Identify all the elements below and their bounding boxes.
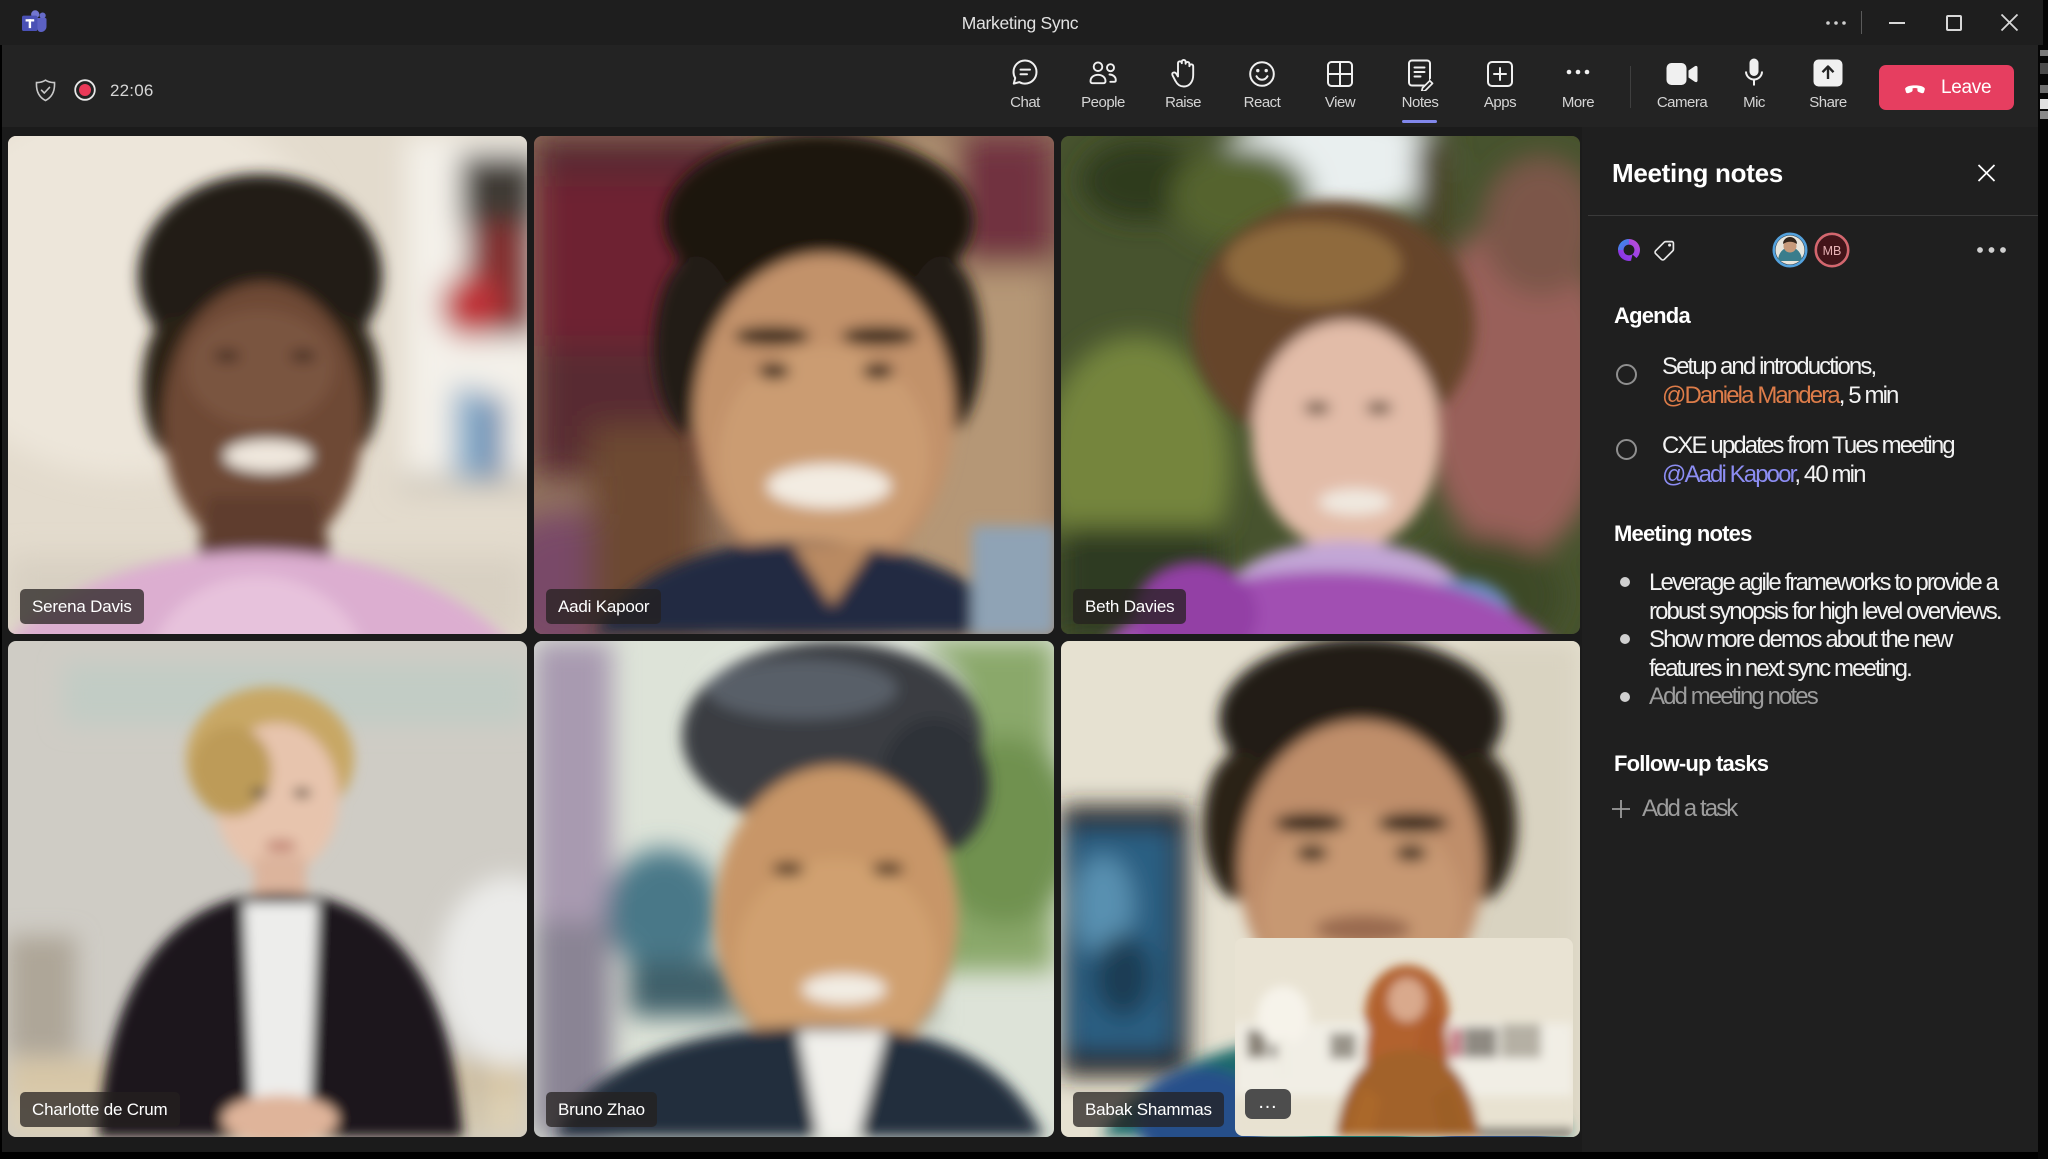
- svg-text:MB: MB: [1823, 244, 1842, 258]
